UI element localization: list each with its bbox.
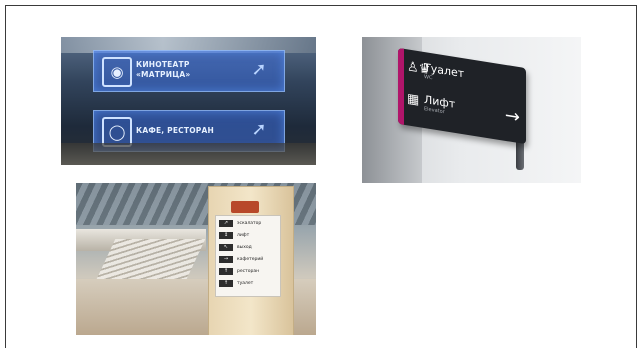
exit-icon: ↖	[219, 244, 233, 251]
directory-item: ↗ эскалатор	[219, 220, 277, 228]
cinema-sign-line1: КИНОТЕАТР	[136, 60, 190, 69]
blade-sign-photo: ♙♛ Туалет WC ▦ Лифт Elevator →	[362, 37, 581, 183]
sign-accent-stripe	[398, 47, 404, 125]
restroom-icon: ♙♛	[407, 59, 431, 78]
directory-label: эскалатор	[237, 221, 262, 226]
restaurant-icon: ↑	[219, 268, 233, 275]
directory-label: туалет	[237, 281, 254, 286]
staircase	[96, 239, 206, 279]
elevator-icon: ↕	[219, 232, 233, 239]
directory-item: ↖ выход	[219, 244, 277, 252]
directory-item: → кафетерий	[219, 256, 277, 264]
cinema-sign: ◉ КИНОТЕАТР «МАТРИЦА» ➚	[93, 50, 285, 92]
restroom-icon: ↑	[219, 280, 233, 287]
cafe-icon: →	[219, 256, 233, 263]
logo-plate	[231, 201, 259, 213]
cinema-sign-line2: «МАТРИЦА»	[136, 70, 191, 79]
directory-label: выход	[237, 245, 252, 250]
directory-item: ↕ лифт	[219, 232, 277, 240]
directory-label: кафетерий	[237, 257, 264, 262]
cafe-sign-line1: КАФЕ, РЕСТОРАН	[136, 126, 214, 135]
directory-board: ↗ эскалатор ↕ лифт ↖ выход → кафетерий ↑…	[215, 215, 281, 297]
elevator-row: ▦ Лифт Elevator	[407, 91, 455, 118]
escalator-icon: ➚	[251, 119, 267, 140]
escalator-icon: ➚	[251, 59, 267, 80]
hanging-signs-photo: ◉ КИНОТЕАТР «МАТРИЦА» ➚ ◯ КАФЕ, РЕСТОРАН…	[61, 37, 316, 165]
escalator-icon: ↗	[219, 220, 233, 227]
directory-item: ↑ туалет	[219, 280, 277, 288]
arrow-right-icon: →	[504, 104, 520, 129]
film-camera-icon: ◉	[102, 57, 132, 87]
restroom-row: ♙♛ Туалет WC	[407, 59, 464, 87]
wayfinding-totem: ↗ эскалатор ↕ лифт ↖ выход → кафетерий ↑…	[208, 186, 294, 335]
totem-photo: ↗ эскалатор ↕ лифт ↖ выход → кафетерий ↑…	[76, 183, 316, 335]
floor	[61, 143, 316, 165]
directory-label: ресторан	[237, 269, 260, 274]
directory-label: лифт	[237, 233, 250, 238]
elevator-icon: ▦	[407, 91, 420, 109]
directory-item: ↑ ресторан	[219, 268, 277, 276]
